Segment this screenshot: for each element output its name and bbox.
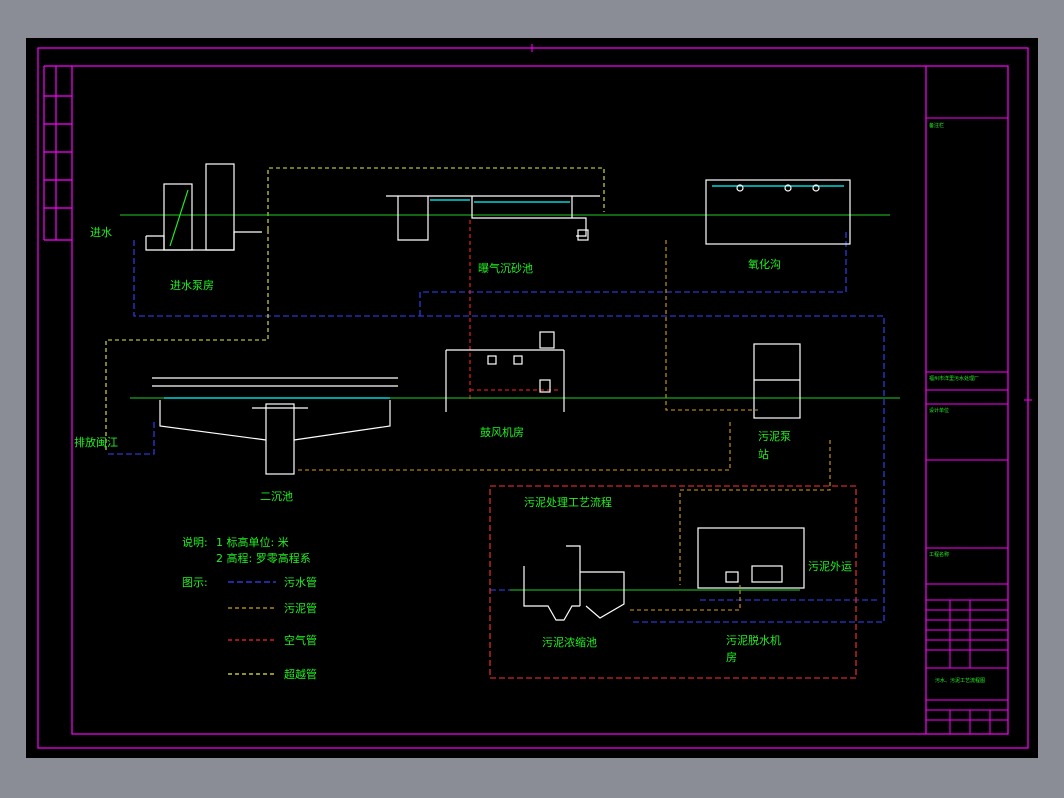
notes-title: 说明: xyxy=(182,535,208,549)
legend-title: 图示: xyxy=(182,576,208,589)
title-block-project-name: 工程名称 xyxy=(929,551,949,558)
label-sludge-transport: 污泥外运 xyxy=(808,560,852,573)
label-aerated-grit-chamber: 曝气沉砂池 xyxy=(478,261,533,275)
label-oxidation-ditch: 氧化沟 xyxy=(748,257,781,271)
title-block-designer: 设计单位 xyxy=(929,407,949,414)
legend-label-0: 污水管 xyxy=(284,575,317,589)
label-inlet-pump-house: 进水泵房 xyxy=(170,279,214,292)
label-sludge-process-title: 污泥处理工艺流程 xyxy=(524,495,612,509)
title-block-drawing-title: 污水、污泥工艺流程图 xyxy=(935,677,985,684)
label-discharge-river: 排放闽江 xyxy=(74,435,118,449)
notes-line-2: 2 高程: 罗零高程系 xyxy=(216,551,311,565)
title-block-remarks: 备注栏 xyxy=(929,122,944,129)
drawing-canvas: 备注栏 福州市洋里污水处理厂 设计单位 工程名称 污水、污泥工艺流程图 进水 进… xyxy=(26,38,1038,758)
label-sludge-pump-station: 污泥泵 xyxy=(758,430,791,443)
label-sludge-dewatering: 污泥脱水机 xyxy=(726,633,781,647)
notes-line-1: 1 标高单位: 米 xyxy=(216,535,289,549)
label-secondary-clarifier: 二沉池 xyxy=(260,490,293,503)
legend-label-1: 污泥管 xyxy=(284,601,317,615)
label-sludge-thickener: 污泥浓缩池 xyxy=(542,636,597,649)
label-inlet-water: 进水 xyxy=(90,226,112,239)
label-sludge-dewatering-2: 房 xyxy=(726,651,737,664)
label-blower-house: 鼓风机房 xyxy=(480,425,524,439)
label-sludge-pump-station-2: 站 xyxy=(758,447,769,461)
legend-label-2: 空气管 xyxy=(284,633,317,647)
legend-label-3: 超越管 xyxy=(284,667,317,681)
title-block-project: 福州市洋里污水处理厂 xyxy=(929,375,979,382)
